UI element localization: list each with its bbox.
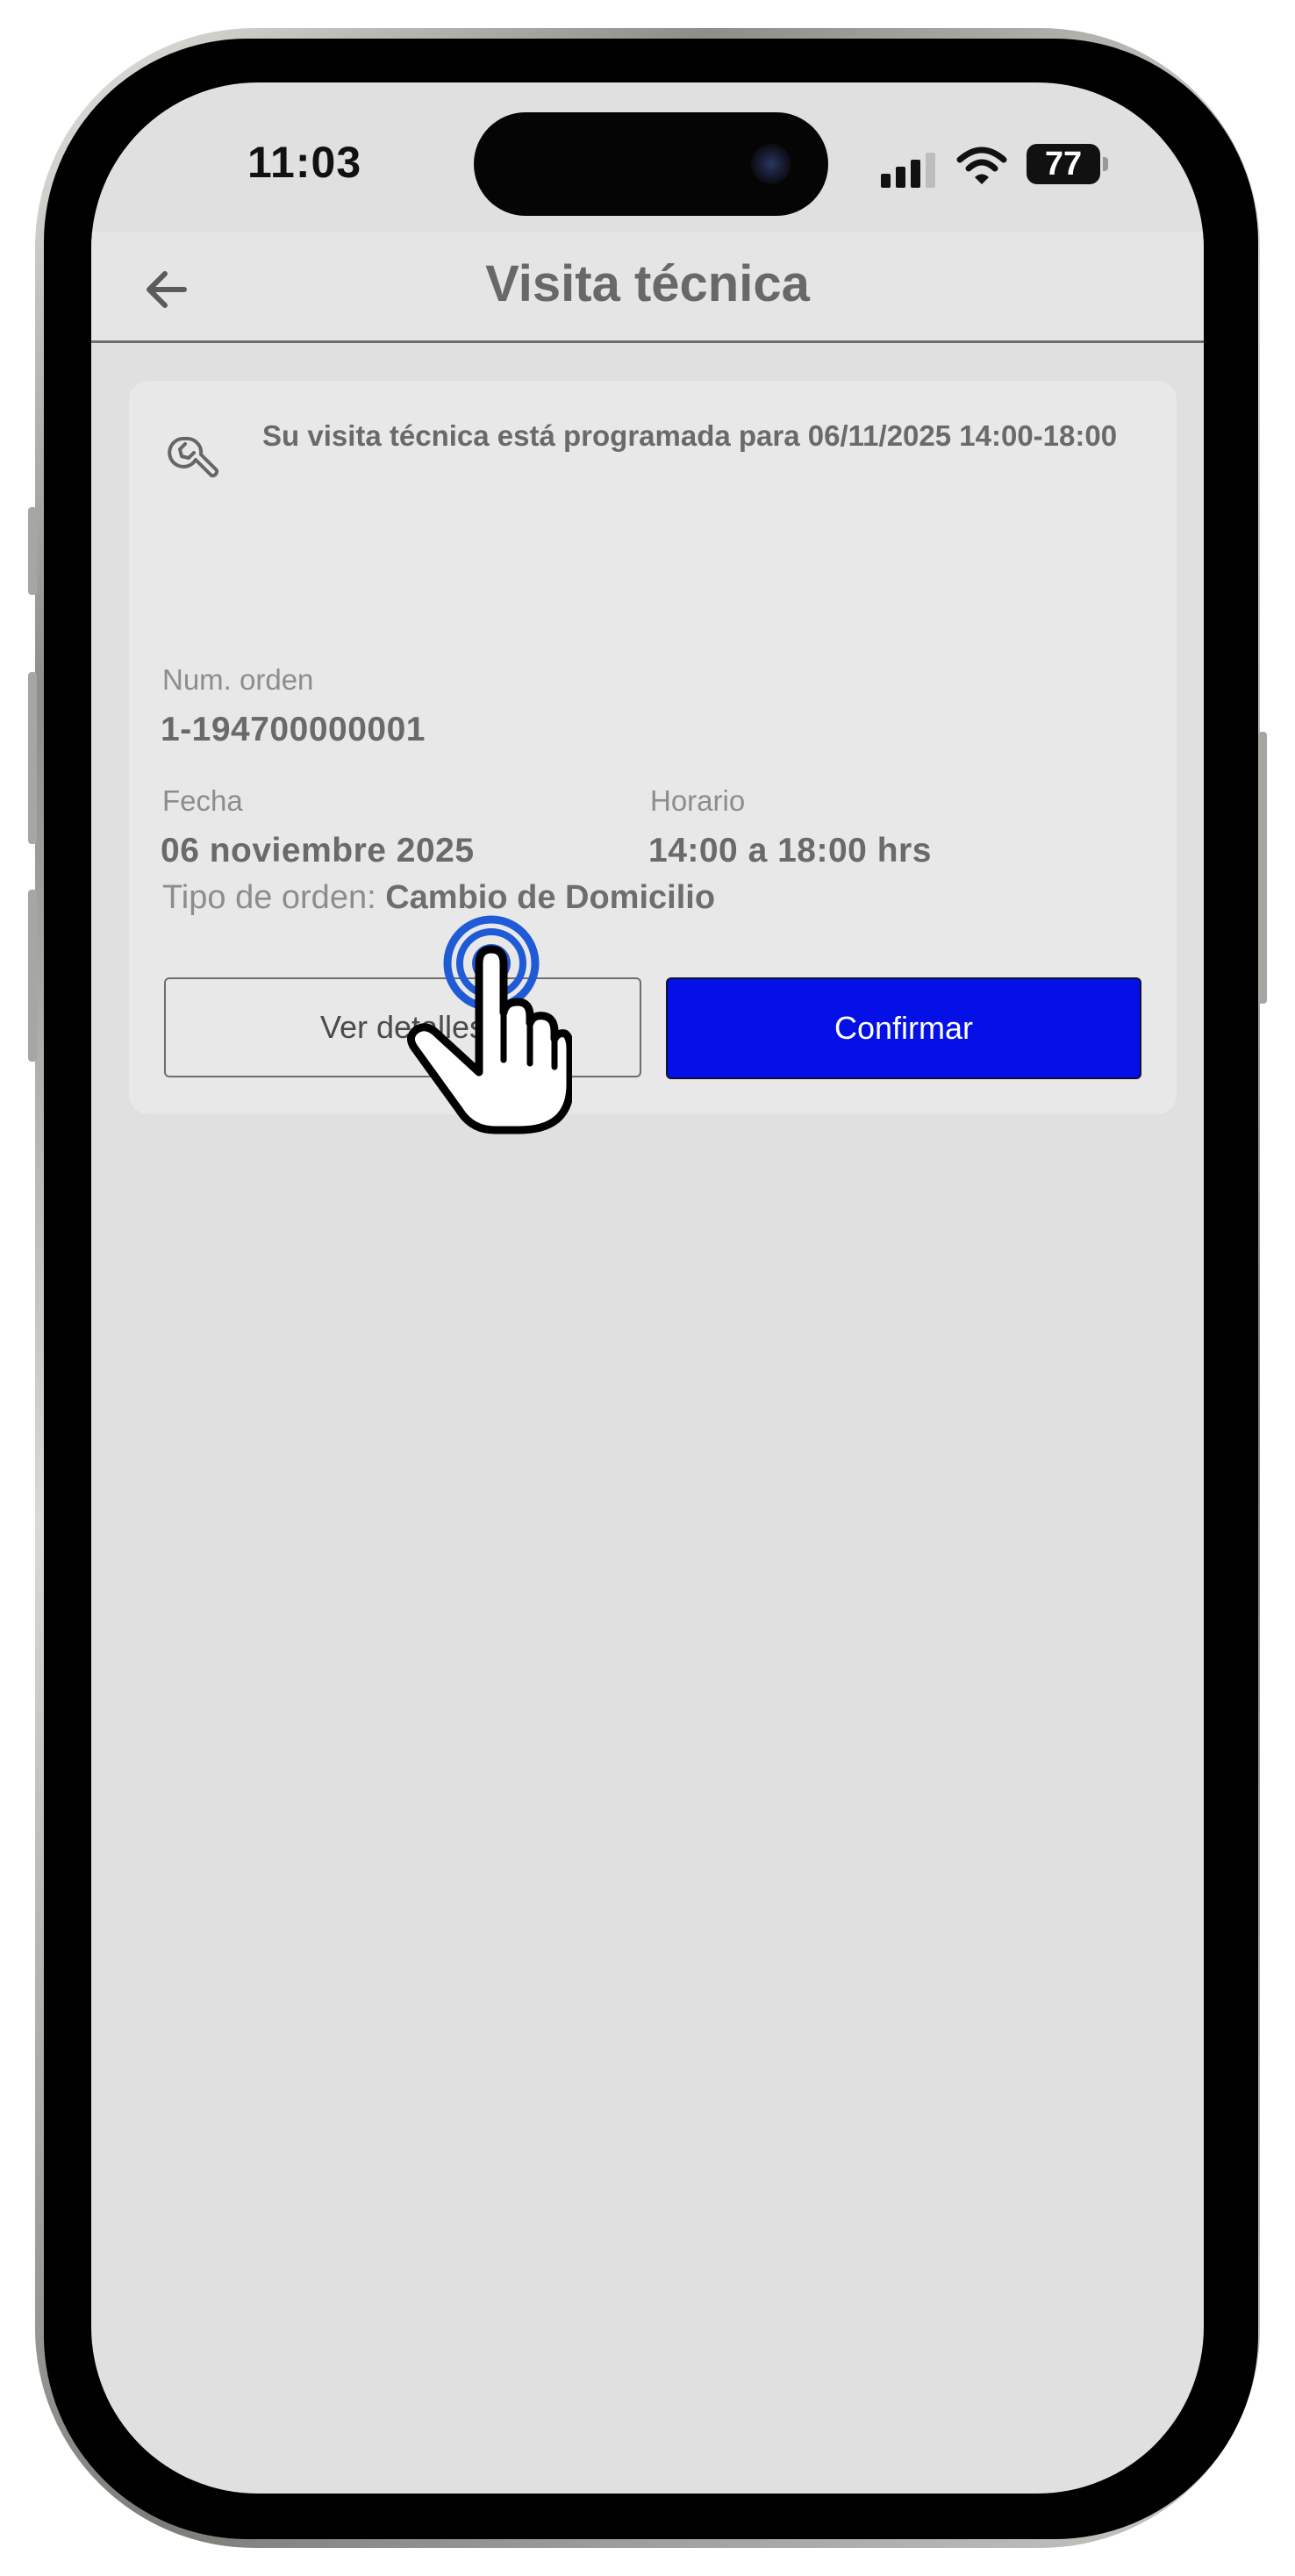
silent-switch bbox=[28, 507, 37, 595]
order-number-label: Num. orden bbox=[162, 663, 314, 696]
tap-hand-icon bbox=[407, 915, 572, 1134]
dynamic-island bbox=[474, 112, 828, 216]
schedule-value: 14:00 a 18:00 hrs bbox=[648, 832, 932, 869]
power-button bbox=[1258, 732, 1267, 1004]
battery-tip bbox=[1103, 157, 1108, 171]
signal-icon bbox=[881, 149, 939, 188]
visit-card: Su visita técnica está programada para 0… bbox=[129, 381, 1177, 1114]
phone-screen: 11:03 77 Visita técnica Su visita técnic… bbox=[91, 82, 1204, 2494]
app-header: Visita técnica bbox=[91, 232, 1204, 343]
order-type-label: Tipo de orden: bbox=[162, 879, 376, 916]
confirm-button[interactable]: Confirmar bbox=[666, 977, 1141, 1079]
battery-icon: 77 bbox=[1027, 144, 1100, 184]
page-title: Visita técnica bbox=[485, 255, 810, 312]
volume-up-button bbox=[28, 672, 37, 844]
visit-notice: Su visita técnica está programada para 0… bbox=[262, 419, 1118, 452]
status-time: 11:03 bbox=[247, 138, 362, 187]
volume-down-button bbox=[28, 890, 37, 1062]
date-label: Fecha bbox=[162, 784, 243, 817]
order-number-value: 1-194700000001 bbox=[161, 711, 426, 748]
wrench-icon bbox=[168, 436, 218, 478]
wifi-icon bbox=[956, 147, 1007, 184]
schedule-label: Horario bbox=[650, 784, 746, 817]
date-value: 06 noviembre 2025 bbox=[161, 832, 475, 869]
front-camera bbox=[751, 144, 791, 184]
status-bar: 11:03 77 bbox=[91, 82, 1204, 232]
